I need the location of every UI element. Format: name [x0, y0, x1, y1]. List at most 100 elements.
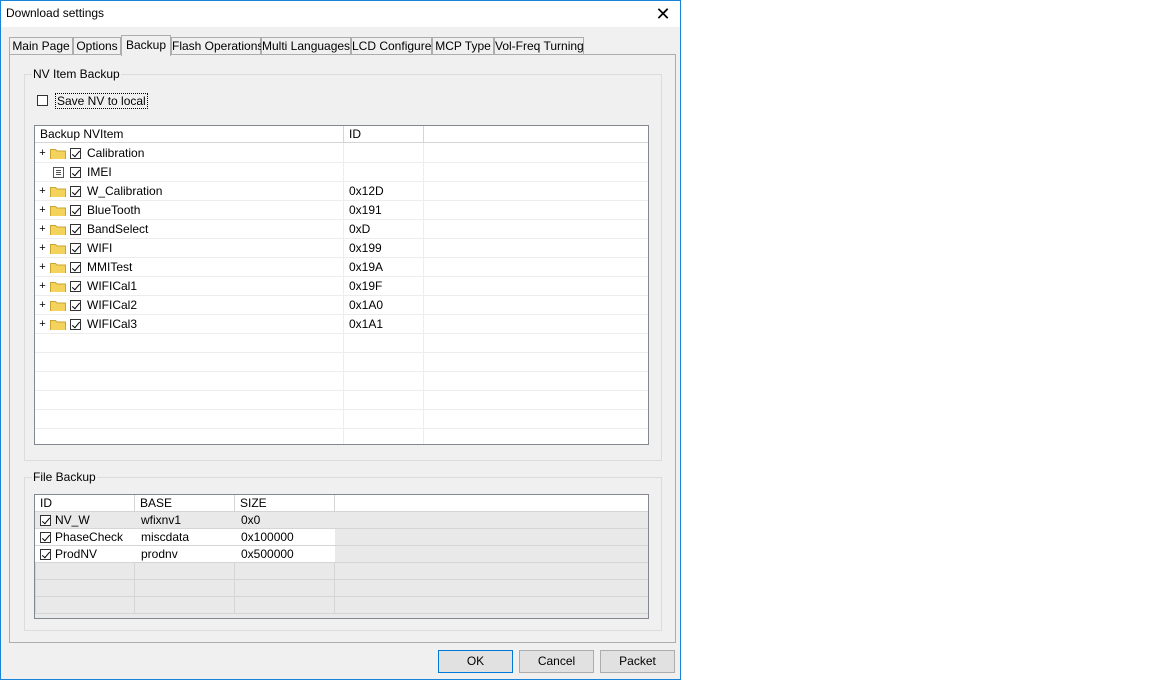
tab-vol-freq-turning[interactable]: Vol-Freq Turning: [494, 37, 584, 55]
nv-item-name: W_Calibration: [87, 184, 163, 198]
nv-item-name: WIFI: [87, 241, 113, 255]
file-backup-group: File Backup ID BASE SIZE NV_W wfixnv1 0x0 P…: [24, 470, 662, 631]
nv-item-name: IMEI: [87, 165, 112, 179]
file-backup-checkbox[interactable]: [40, 532, 51, 543]
nv-item-name: WIFICal3: [87, 317, 138, 331]
plus-expander-icon[interactable]: +: [38, 186, 47, 197]
nv-item-id: 0x1A0: [349, 298, 384, 312]
save-nv-checkbox[interactable]: [37, 95, 48, 106]
nv-item-id: 0x191: [349, 203, 382, 217]
document-icon: [53, 167, 64, 178]
nv-item-checkbox[interactable]: [70, 281, 81, 292]
plus-expander-icon[interactable]: +: [38, 205, 47, 216]
plus-expander-icon[interactable]: +: [38, 319, 47, 330]
nv-item-backup-group: NV Item Backup Save NV to local Backup N…: [24, 67, 662, 461]
file-backup-id: NV_W: [55, 513, 90, 527]
ok-button[interactable]: OK: [438, 650, 513, 673]
file-backup-label: File Backup: [32, 470, 97, 484]
tab-multi-languages[interactable]: Multi Languages: [261, 37, 351, 55]
file-backup-size: 0x0: [241, 513, 261, 527]
nv-item-id: 0x12D: [349, 184, 384, 198]
nv-item-id: 0x1A1: [349, 317, 384, 331]
plus-expander-icon[interactable]: +: [38, 262, 47, 273]
nv-tree-row[interactable]: + WIFI 0x199: [35, 239, 648, 258]
file-column-header-id[interactable]: ID: [35, 495, 135, 512]
file-backup-list[interactable]: ID BASE SIZE NV_W wfixnv1 0x0 PhaseCheck mis…: [34, 494, 649, 619]
file-backup-size: 0x500000: [241, 547, 294, 561]
nv-item-id: 0x199: [349, 241, 382, 255]
file-backup-checkbox[interactable]: [40, 549, 51, 560]
file-backup-checkbox[interactable]: [40, 515, 51, 526]
nv-item-id: 0xD: [349, 222, 371, 236]
nv-item-checkbox[interactable]: [70, 243, 81, 254]
nv-item-name: MMITest: [87, 260, 133, 274]
tab-main-page[interactable]: Main Page: [9, 37, 73, 55]
close-button[interactable]: ✕: [646, 1, 680, 27]
file-backup-row: [35, 563, 648, 580]
column-header-id[interactable]: ID: [344, 126, 424, 143]
file-backup-row: [35, 597, 648, 614]
nv-item-checkbox[interactable]: [70, 167, 81, 178]
nv-tree-row[interactable]: + BlueTooth 0x191: [35, 201, 648, 220]
nv-item-name: BlueTooth: [87, 203, 141, 217]
close-icon: ✕: [655, 3, 671, 24]
nv-item-id: 0x19A: [349, 260, 384, 274]
plus-expander-icon[interactable]: +: [38, 243, 47, 254]
file-backup-base: wfixnv1: [141, 513, 182, 527]
tab-flash-operations[interactable]: Flash Operations: [171, 37, 263, 55]
tab-options[interactable]: Options: [73, 37, 121, 55]
plus-expander-icon[interactable]: +: [38, 224, 47, 235]
nv-tree-row[interactable]: + MMITest 0x19A: [35, 258, 648, 277]
nv-tree-row[interactable]: + W_Calibration 0x12D: [35, 182, 648, 201]
cancel-button[interactable]: Cancel: [519, 650, 594, 673]
file-column-header-size[interactable]: SIZE: [235, 495, 335, 512]
nv-tree-row[interactable]: IMEI: [35, 163, 648, 182]
nv-item-checkbox[interactable]: [70, 319, 81, 330]
title-bar: Download settings ✕: [1, 1, 680, 27]
file-backup-size: 0x100000: [241, 530, 294, 544]
tab-backup[interactable]: Backup: [121, 35, 171, 56]
file-backup-base: miscdata: [141, 530, 190, 544]
folder-icon: [50, 320, 66, 330]
file-backup-row[interactable]: PhaseCheck miscdata 0x100000: [35, 529, 648, 546]
nv-tree-row[interactable]: + Calibration: [35, 144, 648, 163]
nv-tree-row[interactable]: + WIFICal2 0x1A0: [35, 296, 648, 315]
plus-expander-icon[interactable]: +: [38, 300, 47, 311]
folder-icon: [50, 225, 66, 235]
nv-item-name: WIFICal2: [87, 298, 138, 312]
tab-lcd-configure[interactable]: LCD Configure: [351, 37, 432, 55]
file-backup-row[interactable]: ProdNV prodnv 0x500000: [35, 546, 648, 563]
folder-icon: [50, 206, 66, 216]
file-backup-row: [35, 580, 648, 597]
folder-icon: [50, 187, 66, 197]
tab-mcp-type[interactable]: MCP Type: [432, 37, 494, 55]
file-column-header-base[interactable]: BASE: [135, 495, 235, 512]
folder-icon: [50, 301, 66, 311]
nv-item-checkbox[interactable]: [70, 205, 81, 216]
packet-button[interactable]: Packet: [600, 650, 675, 673]
file-backup-row[interactable]: NV_W wfixnv1 0x0: [35, 512, 648, 529]
folder-icon: [50, 244, 66, 254]
nv-item-checkbox[interactable]: [70, 262, 81, 273]
nv-item-id: 0x19F: [349, 279, 383, 293]
nv-item-name: BandSelect: [87, 222, 149, 236]
nv-item-checkbox[interactable]: [70, 300, 81, 311]
column-header-backup-nvitem[interactable]: Backup NVItem: [35, 126, 344, 143]
column-header-blank[interactable]: [424, 126, 648, 143]
nv-tree-row[interactable]: + WIFICal1 0x19F: [35, 277, 648, 296]
nv-tree-row[interactable]: + WIFICal3 0x1A1: [35, 315, 648, 334]
nv-item-checkbox[interactable]: [70, 148, 81, 159]
save-nv-label[interactable]: Save NV to local: [55, 93, 148, 109]
nv-item-tree-list[interactable]: Backup NVItem ID + Calibration IMEI + W_Cali…: [34, 125, 649, 445]
nv-item-checkbox[interactable]: [70, 186, 81, 197]
backup-tab-panel: NV Item Backup Save NV to local Backup N…: [9, 54, 676, 643]
download-settings-dialog: Download settings ✕ Main Page Options Ba…: [0, 0, 681, 680]
file-column-header-blank[interactable]: [335, 495, 648, 512]
nv-tree-row[interactable]: + BandSelect 0xD: [35, 220, 648, 239]
folder-icon: [50, 282, 66, 292]
file-backup-id: ProdNV: [55, 547, 98, 561]
plus-expander-icon[interactable]: +: [38, 148, 47, 159]
folder-icon: [50, 263, 66, 273]
nv-item-checkbox[interactable]: [70, 224, 81, 235]
plus-expander-icon[interactable]: +: [38, 281, 47, 292]
